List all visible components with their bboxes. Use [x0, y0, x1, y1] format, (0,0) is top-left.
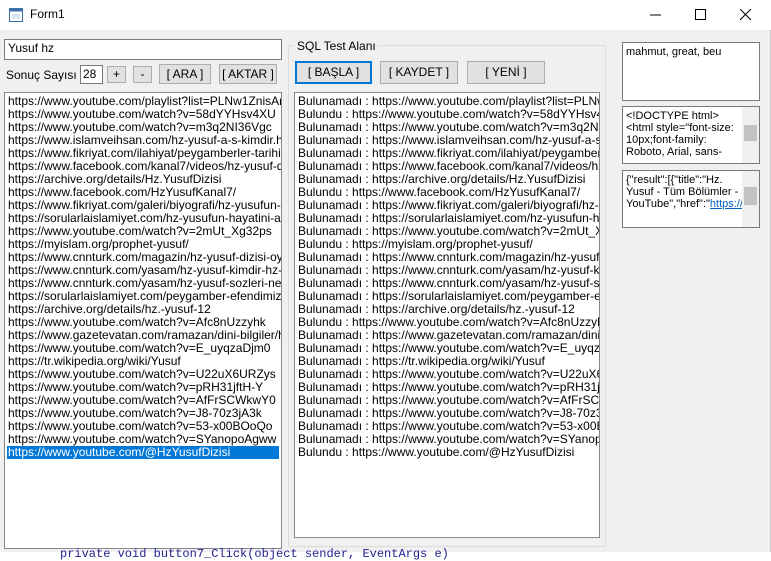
names-textbox[interactable]: mahmut, great, beu [622, 42, 760, 101]
title-bar: Form1 [0, 0, 771, 30]
json-preview-scroll-thumb[interactable] [744, 187, 757, 205]
html-preview-text: <!DOCTYPE html><html style="font-size: 1… [626, 110, 734, 158]
minimize-icon [650, 14, 661, 16]
transfer-button[interactable]: [ AKTAR ] [219, 64, 277, 84]
close-button[interactable] [723, 0, 769, 30]
background-editor-code: private void button7_Click(object sender… [60, 547, 449, 561]
html-preview-scroll-thumb[interactable] [744, 125, 757, 141]
save-button[interactable]: [ KAYDET ] [380, 61, 458, 84]
search-input[interactable]: Yusuf hz [4, 39, 282, 60]
log-item[interactable]: Bulundu : https://www.youtube.com/@HzYus… [297, 446, 597, 459]
result-count-label: Sonuç Sayısı : [6, 68, 84, 82]
json-preview-content: {"result":[{"title":"Hz. Yusuf - Tüm Böl… [626, 174, 759, 210]
search-button[interactable]: [ ARA ] [159, 64, 211, 84]
json-preview-textbox[interactable]: {"result":[{"title":"Hz. Yusuf - Tüm Böl… [622, 170, 760, 228]
start-button[interactable]: [ BAŞLA ] [295, 61, 372, 84]
result-item[interactable]: https://www.youtube.com/@HzYusufDizisi [7, 446, 279, 459]
json-preview-scrollbar[interactable] [742, 171, 759, 227]
minimize-button[interactable] [633, 0, 679, 30]
close-icon [740, 9, 752, 21]
sql-group-title: SQL Test Alanı [295, 39, 378, 53]
maximize-button[interactable] [678, 0, 724, 30]
form1-window: Form1 Yusuf hz Sonuç Sayısı : 28 + - [ A… [0, 0, 771, 552]
result-count-input[interactable]: 28 [80, 65, 103, 84]
new-button[interactable]: [ YENİ ] [467, 61, 545, 84]
html-preview-textbox[interactable]: <!DOCTYPE html><html style="font-size: 1… [622, 106, 760, 164]
app-icon [9, 8, 23, 22]
html-preview-scrollbar[interactable] [742, 107, 759, 163]
increment-button[interactable]: + [107, 66, 126, 83]
maximize-icon [695, 9, 706, 20]
decrement-button[interactable]: - [133, 66, 152, 83]
results-listbox[interactable]: https://www.youtube.com/playlist?list=PL… [4, 92, 282, 549]
sql-log-listbox[interactable]: Bulunamadı : https://www.youtube.com/pla… [294, 92, 600, 538]
window-title: Form1 [30, 7, 65, 21]
